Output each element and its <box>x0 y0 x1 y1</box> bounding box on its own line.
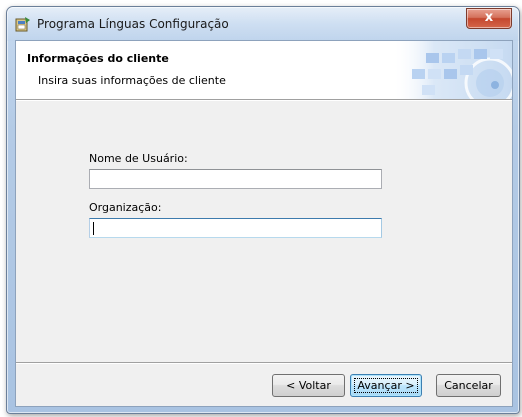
page-title: Informações do cliente <box>27 52 169 65</box>
next-button[interactable]: Avançar > <box>350 374 422 397</box>
back-button-label: < Voltar <box>286 379 331 392</box>
installer-icon <box>15 17 30 32</box>
back-button[interactable]: < Voltar <box>272 374 345 397</box>
title-bar[interactable]: Programa Línguas Configuração x <box>7 7 519 41</box>
next-button-label: Avançar > <box>357 379 415 392</box>
banner-decoration-icon <box>392 41 512 99</box>
text-caret <box>93 222 94 235</box>
username-field[interactable] <box>89 169 382 189</box>
header-banner: Informações do cliente Insira suas infor… <box>16 41 512 99</box>
page-subtitle: Insira suas informações de cliente <box>38 74 226 87</box>
organization-label: Organização: <box>89 201 162 214</box>
footer-divider <box>16 362 512 364</box>
installer-window: Programa Línguas Configuração x Informaç… <box>6 6 520 414</box>
close-icon: x <box>484 10 494 25</box>
cancel-button-label: Cancelar <box>444 379 493 392</box>
window-title: Programa Línguas Configuração <box>37 17 229 31</box>
organization-field[interactable] <box>89 218 382 238</box>
dialog-body: Informações do cliente Insira suas infor… <box>15 40 513 407</box>
close-button[interactable]: x <box>466 8 512 29</box>
username-label: Nome de Usuário: <box>89 152 188 165</box>
cancel-button[interactable]: Cancelar <box>436 374 501 397</box>
header-divider <box>16 99 512 101</box>
